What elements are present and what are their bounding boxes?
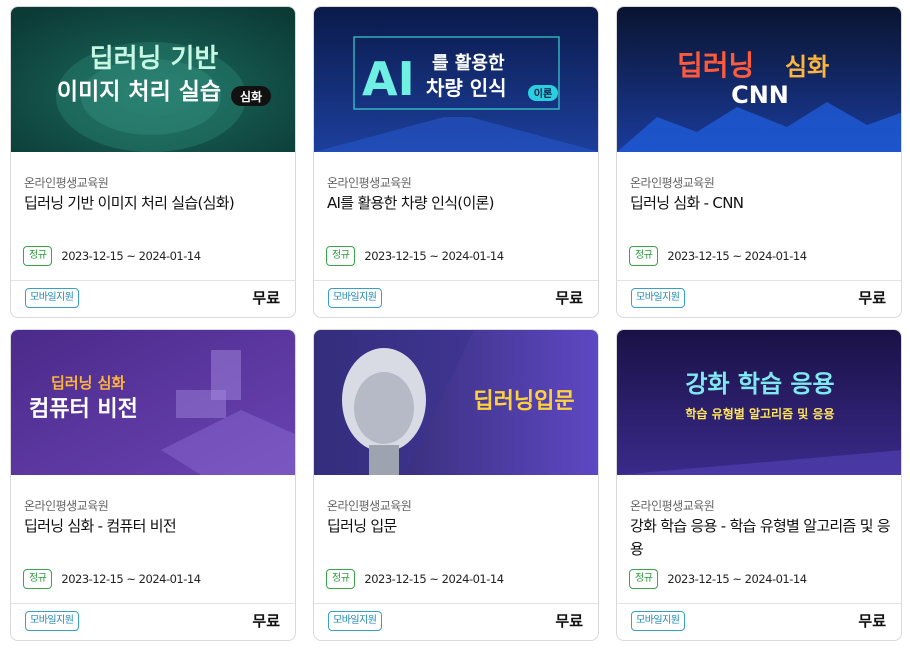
course-card[interactable]: 딥러닝 기반 이미지 처리 실습 심화 온라인평생교육원 딥러닝 기반 이미지 … bbox=[10, 6, 296, 318]
regular-badge: 정규 bbox=[629, 246, 659, 266]
provider-name: 온라인평생교육원 bbox=[630, 499, 715, 513]
mobile-support-badge: 모바일지원 bbox=[631, 288, 685, 308]
course-thumbnail[interactable]: 딥러닝입문 bbox=[314, 330, 598, 475]
regular-badge: 정규 bbox=[326, 246, 356, 266]
mobile-support-badge: 모바일지원 bbox=[328, 611, 382, 631]
regular-badge: 정규 bbox=[23, 246, 53, 266]
provider-name: 온라인평생교육원 bbox=[327, 176, 412, 190]
course-card[interactable]: 딥러닝 심화 컴퓨터 비전 온라인평생교육원 딥러닝 심화 - 컴퓨터 비전 정… bbox=[10, 329, 296, 641]
thumb-line1b: 심화 bbox=[785, 53, 829, 81]
course-period: 2023-12-15 ~ 2024-01-14 bbox=[364, 249, 504, 263]
thumb-tag: 이론 bbox=[534, 87, 552, 100]
course-price: 무료 bbox=[858, 612, 886, 630]
course-thumbnail[interactable]: 강화 학습 응용 학습 유형별 알고리즘 및 응용 bbox=[617, 330, 901, 475]
provider-name: 온라인평생교육원 bbox=[24, 499, 109, 513]
thumb-title-line2: 이미지 처리 실습 bbox=[57, 79, 221, 105]
course-title[interactable]: 딥러닝 입문 bbox=[327, 515, 588, 538]
course-thumbnail[interactable]: 딥러닝 심화 CNN bbox=[617, 7, 901, 152]
thumb-line1: 를 활용한 bbox=[432, 53, 505, 74]
mobile-support-badge: 모바일지원 bbox=[25, 611, 79, 631]
course-price: 무료 bbox=[252, 612, 280, 630]
course-card[interactable]: 딥러닝입문 온라인평생교육원 딥러닝 입문 정규 2023-12-15 ~ 20… bbox=[313, 329, 599, 641]
course-title[interactable]: 딥러닝 심화 - 컴퓨터 비전 bbox=[24, 515, 285, 538]
course-title[interactable]: AI를 활용한 차량 인식(이론) bbox=[327, 192, 588, 215]
course-card[interactable]: AI 를 활용한 차량 인식 이론 온라인평생교육원 AI를 활용한 차량 인식… bbox=[313, 6, 599, 318]
thumb-line1: 강화 학습 응용 bbox=[685, 370, 834, 398]
course-period: 2023-12-15 ~ 2024-01-14 bbox=[667, 572, 807, 586]
thumb-title-line1: 딥러닝 기반 bbox=[90, 44, 219, 74]
thumb-line1: 딥러닝 심화 bbox=[51, 374, 125, 392]
course-title[interactable]: 강화 학습 응용 - 학습 유형별 알고리즘 및 응용 bbox=[630, 515, 891, 561]
course-thumbnail[interactable]: 딥러닝 심화 컴퓨터 비전 bbox=[11, 330, 295, 475]
regular-badge: 정규 bbox=[23, 569, 53, 589]
course-price: 무료 bbox=[252, 289, 280, 307]
thumb-line2: 컴퓨터 비전 bbox=[29, 397, 138, 422]
thumb-ai: AI bbox=[362, 52, 415, 106]
course-period: 2023-12-15 ~ 2024-01-14 bbox=[667, 249, 807, 263]
mobile-support-badge: 모바일지원 bbox=[631, 611, 685, 631]
course-title[interactable]: 딥러닝 기반 이미지 처리 실습(심화) bbox=[24, 192, 285, 215]
course-price: 무료 bbox=[858, 289, 886, 307]
regular-badge: 정규 bbox=[326, 569, 356, 589]
course-period: 2023-12-15 ~ 2024-01-14 bbox=[364, 572, 504, 586]
thumb-line2: 학습 유형별 알고리즘 및 응용 bbox=[685, 406, 834, 421]
course-price: 무료 bbox=[555, 612, 583, 630]
thumb-title: 딥러닝입문 bbox=[473, 389, 574, 414]
thumb-line2: 차량 인식 bbox=[426, 76, 507, 100]
course-period: 2023-12-15 ~ 2024-01-14 bbox=[61, 572, 201, 586]
provider-name: 온라인평생교육원 bbox=[327, 499, 412, 513]
course-period: 2023-12-15 ~ 2024-01-14 bbox=[61, 249, 201, 263]
regular-badge: 정규 bbox=[629, 569, 659, 589]
course-grid: 딥러닝 기반 이미지 처리 실습 심화 온라인평생교육원 딥러닝 기반 이미지 … bbox=[0, 0, 910, 648]
course-card[interactable]: 딥러닝 심화 CNN 온라인평생교육원 딥러닝 심화 - CNN 정규 2023… bbox=[616, 6, 902, 318]
thumb-tag: 심화 bbox=[240, 89, 262, 104]
mobile-support-badge: 모바일지원 bbox=[25, 288, 79, 308]
course-title[interactable]: 딥러닝 심화 - CNN bbox=[630, 192, 891, 215]
thumb-cnn: CNN bbox=[731, 81, 789, 109]
mobile-support-badge: 모바일지원 bbox=[328, 288, 382, 308]
thumb-line1: 딥러닝 bbox=[677, 49, 754, 82]
course-thumbnail[interactable]: 딥러닝 기반 이미지 처리 실습 심화 bbox=[11, 7, 295, 152]
course-price: 무료 bbox=[555, 289, 583, 307]
provider-name: 온라인평생교육원 bbox=[24, 176, 109, 190]
provider-name: 온라인평생교육원 bbox=[630, 176, 715, 190]
course-card[interactable]: 강화 학습 응용 학습 유형별 알고리즘 및 응용 온라인평생교육원 강화 학습… bbox=[616, 329, 902, 641]
course-thumbnail[interactable]: AI 를 활용한 차량 인식 이론 bbox=[314, 7, 598, 152]
